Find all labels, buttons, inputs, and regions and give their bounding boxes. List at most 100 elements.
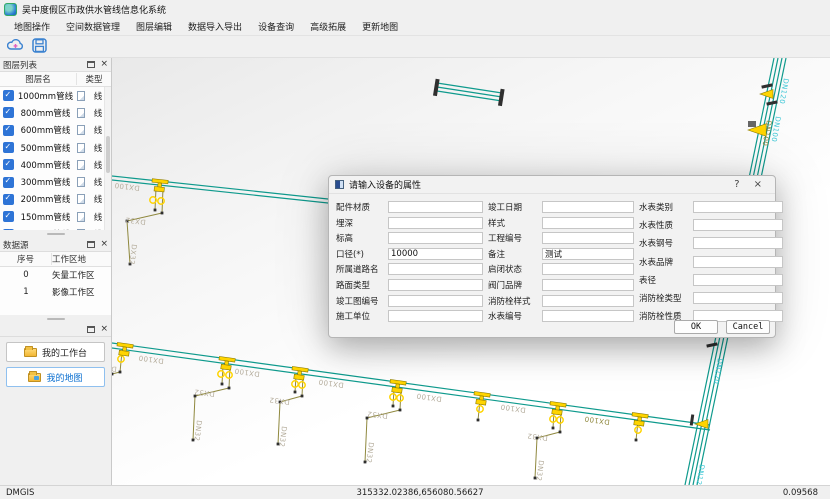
hydrant-symbol[interactable] (760, 90, 773, 99)
dialog-close-button[interactable]: × (747, 179, 769, 190)
node-dot (119, 371, 122, 374)
field-label: 备注 (488, 248, 542, 260)
layer-name: 150mm管线 (14, 211, 77, 223)
layer-row[interactable]: 500mm管线线 (0, 139, 111, 156)
layer-visibility-checkbox[interactable] (3, 107, 14, 118)
my-workbench-button[interactable]: 我的工作台 (6, 342, 105, 362)
field-input[interactable] (542, 201, 634, 213)
field-input[interactable] (542, 248, 634, 260)
dialog-column-2: 竣工日期样式工程编号备注启闭状态阀门品牌消防栓样式水表编号 (488, 201, 634, 339)
float-panel-icon[interactable] (87, 61, 95, 68)
layer-row[interactable]: 600mm管线线 (0, 122, 111, 139)
save-button[interactable] (29, 37, 49, 56)
dialog-field-row: 口径(*) (336, 248, 483, 260)
field-input[interactable] (388, 217, 483, 229)
save-icon (32, 38, 47, 56)
close-panel-icon[interactable]: × (100, 240, 108, 249)
field-input[interactable] (542, 279, 634, 291)
datasource-row[interactable]: 1影像工作区 (0, 284, 111, 301)
layer-doc-icon (77, 143, 85, 153)
node-dot (552, 427, 555, 430)
field-label: 消防栓类型 (639, 292, 693, 304)
field-input[interactable] (388, 310, 483, 322)
layer-visibility-checkbox[interactable] (3, 177, 14, 188)
layer-row[interactable]: 300mm管线线 (0, 173, 111, 190)
status-coordinates: 315332.02386,656080.56627 (165, 488, 675, 498)
field-input[interactable] (693, 201, 783, 213)
layer-visibility-checkbox[interactable] (3, 125, 14, 136)
menu-item[interactable]: 地图操作 (6, 18, 58, 35)
dialog-help-button[interactable]: ? (727, 179, 746, 190)
layer-row[interactable]: 200mm管线线 (0, 191, 111, 208)
layer-row[interactable]: 800mm管线线 (0, 104, 111, 121)
datasource-panel-title: 数据源 (3, 239, 29, 251)
field-input[interactable] (693, 256, 783, 268)
menu-item[interactable]: 图层编辑 (128, 18, 180, 35)
cancel-button[interactable]: Cancel (726, 320, 770, 334)
field-input[interactable] (388, 295, 483, 307)
field-input[interactable] (542, 263, 634, 275)
field-input[interactable] (542, 217, 634, 229)
panel-splitter[interactable] (0, 230, 111, 238)
close-panel-icon[interactable]: × (100, 60, 108, 69)
layer-row[interactable]: 100mm管线线 (0, 225, 111, 230)
menu-item[interactable]: 空间数据管理 (58, 18, 128, 35)
pipe-fitting-marker (690, 414, 695, 425)
dialog-field-row: 路面类型 (336, 279, 483, 291)
field-input[interactable] (542, 232, 634, 244)
menu-item[interactable]: 更新地图 (354, 18, 406, 35)
dialog-titlebar[interactable]: 请输入设备的属性 ? × (329, 176, 775, 194)
layer-visibility-checkbox[interactable] (3, 229, 14, 230)
field-input[interactable] (388, 248, 483, 260)
layer-name: 500mm管线 (14, 142, 77, 154)
float-panel-icon[interactable] (87, 241, 95, 248)
layer-scrollbar[interactable] (104, 87, 111, 230)
layer-visibility-checkbox[interactable] (3, 90, 14, 101)
field-input[interactable] (542, 295, 634, 307)
valve-circle-icon (218, 371, 224, 377)
folder-map-icon (28, 373, 41, 382)
field-input[interactable] (693, 292, 783, 304)
field-label: 路面类型 (336, 279, 388, 291)
layer-row[interactable]: 150mm管线线 (0, 208, 111, 225)
layer-visibility-checkbox[interactable] (3, 159, 14, 170)
datasource-table-header: 序号 工作区地 (0, 252, 111, 267)
hydrant-symbol[interactable] (473, 391, 491, 405)
layer-visibility-checkbox[interactable] (3, 142, 14, 153)
node-dot (477, 419, 480, 422)
close-panel-icon[interactable]: × (100, 325, 108, 334)
panel-splitter[interactable] (0, 315, 111, 323)
field-input[interactable] (388, 263, 483, 275)
app-icon (4, 3, 17, 16)
map-label: DX32 (269, 395, 291, 405)
datasource-row[interactable]: 0矢量工作区 (0, 267, 111, 284)
pipeline[interactable] (112, 343, 710, 425)
cloud-upload-button[interactable] (5, 37, 25, 56)
dialog-body: 配件材质埋深标高口径(*)所属道路名路面类型竣工图编号施工单位 竣工日期样式工程… (329, 194, 775, 339)
layer-visibility-checkbox[interactable] (3, 194, 14, 205)
menu-item[interactable]: 数据导入导出 (180, 18, 250, 35)
field-label: 消防栓样式 (488, 295, 542, 307)
layer-row[interactable]: 1000mm管线线 (0, 87, 111, 104)
my-workbench-label: 我的工作台 (42, 346, 87, 359)
dialog-field-row: 水表性质 (639, 219, 783, 231)
map-canvas[interactable]: DX32DX32DX32DX32DN32DX32DN32DX32DN32DX32… (112, 58, 830, 485)
column-workspace: 工作区地 (52, 253, 111, 265)
layer-visibility-checkbox[interactable] (3, 211, 14, 222)
my-map-button[interactable]: 我的地图 (6, 367, 105, 387)
ok-button[interactable]: OK (674, 320, 718, 334)
menu-item[interactable]: 高级拓展 (302, 18, 354, 35)
field-input[interactable] (693, 274, 783, 286)
column-layer-name: 图层名 (0, 73, 77, 85)
field-input[interactable] (542, 310, 634, 322)
field-input[interactable] (388, 232, 483, 244)
menu-item[interactable]: 设备查询 (250, 18, 302, 35)
cloud-upload-icon (7, 38, 24, 55)
layer-row[interactable]: 400mm管线线 (0, 156, 111, 173)
float-panel-icon[interactable] (87, 326, 95, 333)
field-input[interactable] (693, 219, 783, 231)
dialog-field-row: 消防栓类型 (639, 292, 783, 304)
field-input[interactable] (388, 201, 483, 213)
field-input[interactable] (693, 237, 783, 249)
field-input[interactable] (388, 279, 483, 291)
